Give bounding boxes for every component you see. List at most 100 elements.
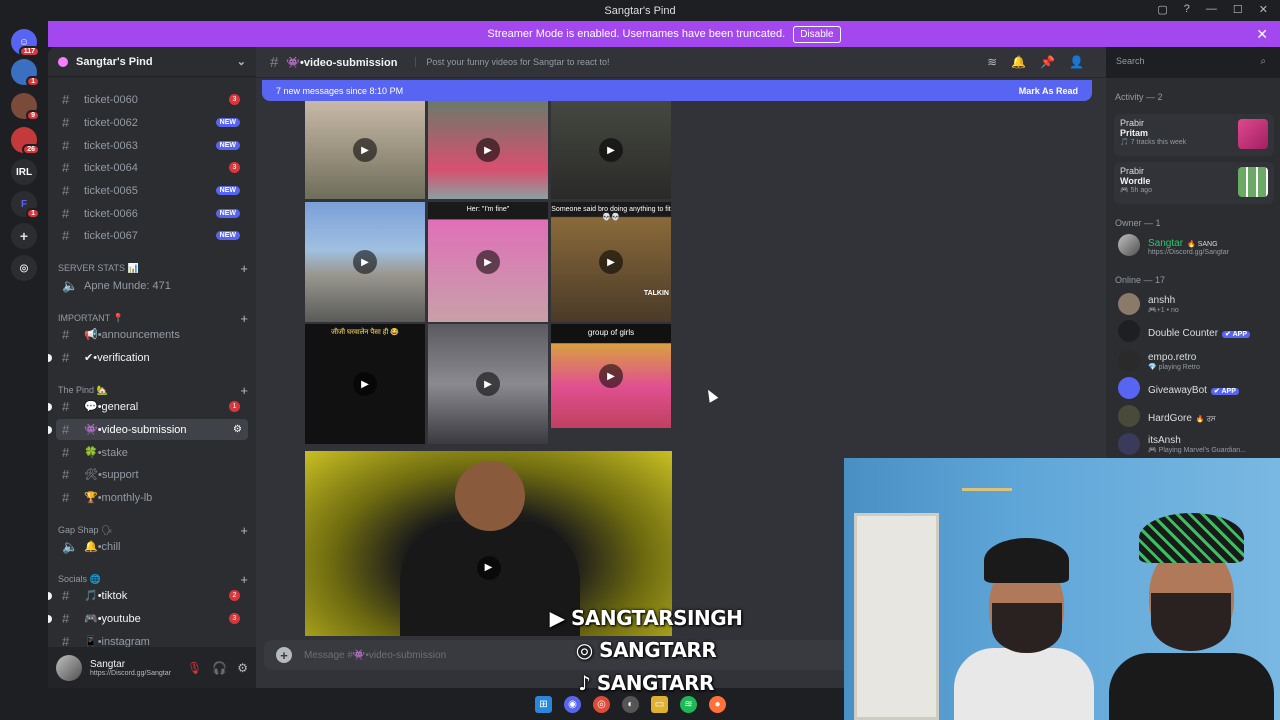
maximize-icon[interactable]: ☐ — [1233, 3, 1243, 16]
avatar — [1118, 293, 1140, 315]
beard — [1151, 593, 1231, 651]
deafen-icon[interactable]: 🎧 — [212, 661, 227, 675]
video-thumbnail[interactable]: ▶ — [305, 202, 425, 322]
channel-chill[interactable]: 🔈 🔔•chill — [56, 536, 248, 557]
disable-button[interactable]: Disable — [793, 25, 841, 43]
category-server-stats[interactable]: SERVER STATS 📊 + — [58, 261, 248, 276]
play-icon: ▶ — [476, 138, 500, 162]
hash-icon: # — [62, 160, 70, 175]
speaker-icon: 🔈 — [62, 277, 79, 293]
user-info[interactable]: Sangtar https://Discord.gg/Sangtar — [90, 659, 171, 677]
spotify-icon[interactable]: ≋ — [680, 696, 697, 713]
video-thumbnail[interactable]: Someone said bro doing anything to fit 💀… — [551, 202, 671, 322]
channel-ticket-0060[interactable]: # ticket-0060 3 — [56, 89, 248, 110]
member-item[interactable]: HardGore 🔥 ਰਸ — [1118, 403, 1278, 429]
help-icon[interactable]: ? — [1184, 3, 1190, 16]
new-badge: NEW — [215, 141, 240, 150]
discord-icon[interactable]: ◉ — [564, 696, 581, 713]
unread-pip — [48, 353, 52, 362]
hash-icon: # — [62, 399, 70, 414]
add-attachment-icon[interactable]: + — [276, 647, 292, 663]
obs-icon[interactable]: ◐ — [622, 696, 639, 713]
channel-ticket-0067[interactable]: # ticket-0067 NEW — [56, 225, 248, 246]
member-item[interactable]: GiveawayBot ✔ APP — [1118, 375, 1278, 401]
guild-header[interactable]: Sangtar's Pind ⌄ — [48, 47, 256, 77]
new-badge: NEW — [215, 231, 240, 240]
file-explorer-icon[interactable]: ▭ — [651, 696, 668, 713]
youtube-handle: ▶ SANGTARSINGH — [549, 606, 743, 630]
channel-ticket-0064[interactable]: # ticket-0064 3 — [56, 157, 248, 178]
channel-ticket-0062[interactable]: # ticket-0062 NEW — [56, 112, 248, 133]
video-thumbnail[interactable]: Her: "I'm fine" ▶ — [428, 202, 548, 322]
server-icon-f[interactable]: F1 — [11, 191, 40, 219]
unread-pip — [48, 425, 52, 434]
server-icon-irl[interactable]: IRL — [11, 159, 37, 185]
video-thumbnail[interactable]: group of girls ▶ — [551, 324, 671, 428]
notification-bell-icon[interactable]: 🔔 — [1011, 55, 1026, 69]
video-thumbnail[interactable]: जीजी घरवालेन पैसा ही 😂 ▶ — [305, 324, 425, 444]
channel-youtube[interactable]: # 🎮•youtube 3 — [48, 608, 248, 629]
add-channel-icon[interactable]: + — [240, 261, 248, 276]
search-input[interactable]: Search ⌕ — [1110, 52, 1272, 72]
activity-card[interactable]: Prabir Pritam 🎵 7 tracks this week — [1114, 114, 1274, 156]
channel-monthly-lb[interactable]: # 🏆•monthly-lb — [56, 487, 248, 508]
add-server-icon[interactable]: + — [11, 223, 37, 249]
hash-icon: # — [62, 92, 70, 107]
windows-start-icon[interactable]: ⊞ — [535, 696, 552, 713]
channel-ticket-0066[interactable]: # ticket-0066 NEW — [56, 203, 248, 224]
video-thumbnail[interactable]: ▶ — [305, 101, 425, 199]
avatar — [1118, 320, 1140, 342]
discover-icon[interactable]: ◎ — [11, 255, 37, 281]
member-item[interactable]: anshh 🎮+1 • no — [1118, 291, 1278, 317]
threads-icon[interactable]: ≋ — [987, 55, 997, 69]
mark-as-read-button[interactable]: Mark As Read — [1019, 86, 1078, 96]
minimize-icon[interactable]: — — [1206, 3, 1217, 16]
user-settings-icon[interactable]: ⚙ — [237, 661, 248, 675]
server-icon[interactable]: 9 — [11, 93, 40, 121]
activity-card[interactable]: Prabir Wordle 🎮 5h ago — [1114, 162, 1274, 204]
channel-general[interactable]: # 💬•general 1 — [48, 396, 248, 417]
video-thumbnail[interactable]: ▶ — [428, 101, 548, 199]
streamer-person-right — [1109, 513, 1274, 720]
video-person-face — [455, 461, 525, 531]
mention-badge: 3 — [229, 613, 240, 624]
channel-apne-munde[interactable]: 🔈 Apne Munde: 471 — [56, 275, 248, 296]
channel-topic[interactable]: Post your funny videos for Sangtar to re… — [415, 57, 610, 67]
pin-icon[interactable]: 📌 — [1040, 55, 1055, 69]
server-icon[interactable]: 1 — [11, 59, 40, 87]
mute-icon[interactable]: 🎙 — [187, 661, 202, 675]
server-list: ☺ 117 1 9 26 IRL F1 + ◎ — [0, 21, 48, 688]
online-header: Online — 17 — [1115, 275, 1166, 285]
close-icon[interactable]: ✕ — [1256, 26, 1268, 43]
video-thumbnail[interactable]: ▶ — [428, 324, 548, 444]
streamer-mode-banner: Streamer Mode is enabled. Usernames have… — [48, 21, 1280, 47]
avatar[interactable] — [56, 654, 82, 681]
video-thumbnail[interactable]: ▶ — [551, 101, 671, 199]
guild-icon — [58, 56, 68, 67]
member-list-icon[interactable]: 👤 — [1069, 55, 1084, 69]
server-icon-sangtars-pind[interactable]: 26 — [11, 127, 40, 155]
channel-support[interactable]: # 🛠•support — [56, 464, 248, 485]
member-item[interactable]: Double Counter ✔ APP — [1118, 318, 1278, 344]
channel-video-submission[interactable]: # 👾•video-submission ⚙ — [48, 419, 248, 440]
play-icon: ▶ — [353, 250, 377, 274]
activity-header: Activity — 2 — [1115, 92, 1163, 102]
firefox-icon[interactable]: ● — [709, 696, 726, 713]
settings-icon[interactable]: ⚙ — [233, 424, 242, 435]
direct-messages-icon[interactable]: ☺ 117 — [11, 29, 40, 57]
hash-icon: # — [62, 611, 70, 626]
channel-ticket-0065[interactable]: # ticket-0065 NEW — [56, 180, 248, 201]
channel-stake[interactable]: # 🍀•stake — [56, 442, 248, 463]
chrome-icon[interactable]: ◎ — [593, 696, 610, 713]
channel-announcements[interactable]: # 📢•announcements — [56, 324, 248, 345]
member-item[interactable]: itsAnsh 🎮 Playing Marvel's Guardian... — [1118, 431, 1278, 457]
member-owner[interactable]: Sangtar 🔥 SANG https://Discord.gg/Sangtar — [1118, 232, 1278, 258]
member-item[interactable]: empo.retro 💎 playing Retro — [1118, 348, 1278, 374]
channel-verification[interactable]: # ✔•verification — [48, 347, 248, 368]
new-messages-bar[interactable]: 7 new messages since 8:10 PM Mark As Rea… — [262, 80, 1092, 101]
channel-tiktok[interactable]: # 🎵•tiktok 2 — [48, 585, 248, 606]
close-window-icon[interactable]: ✕ — [1259, 3, 1268, 16]
channel-ticket-0063[interactable]: # ticket-0063 NEW — [56, 135, 248, 156]
inbox-icon[interactable]: ▢ — [1157, 3, 1167, 16]
play-icon: ▶ — [599, 250, 623, 274]
